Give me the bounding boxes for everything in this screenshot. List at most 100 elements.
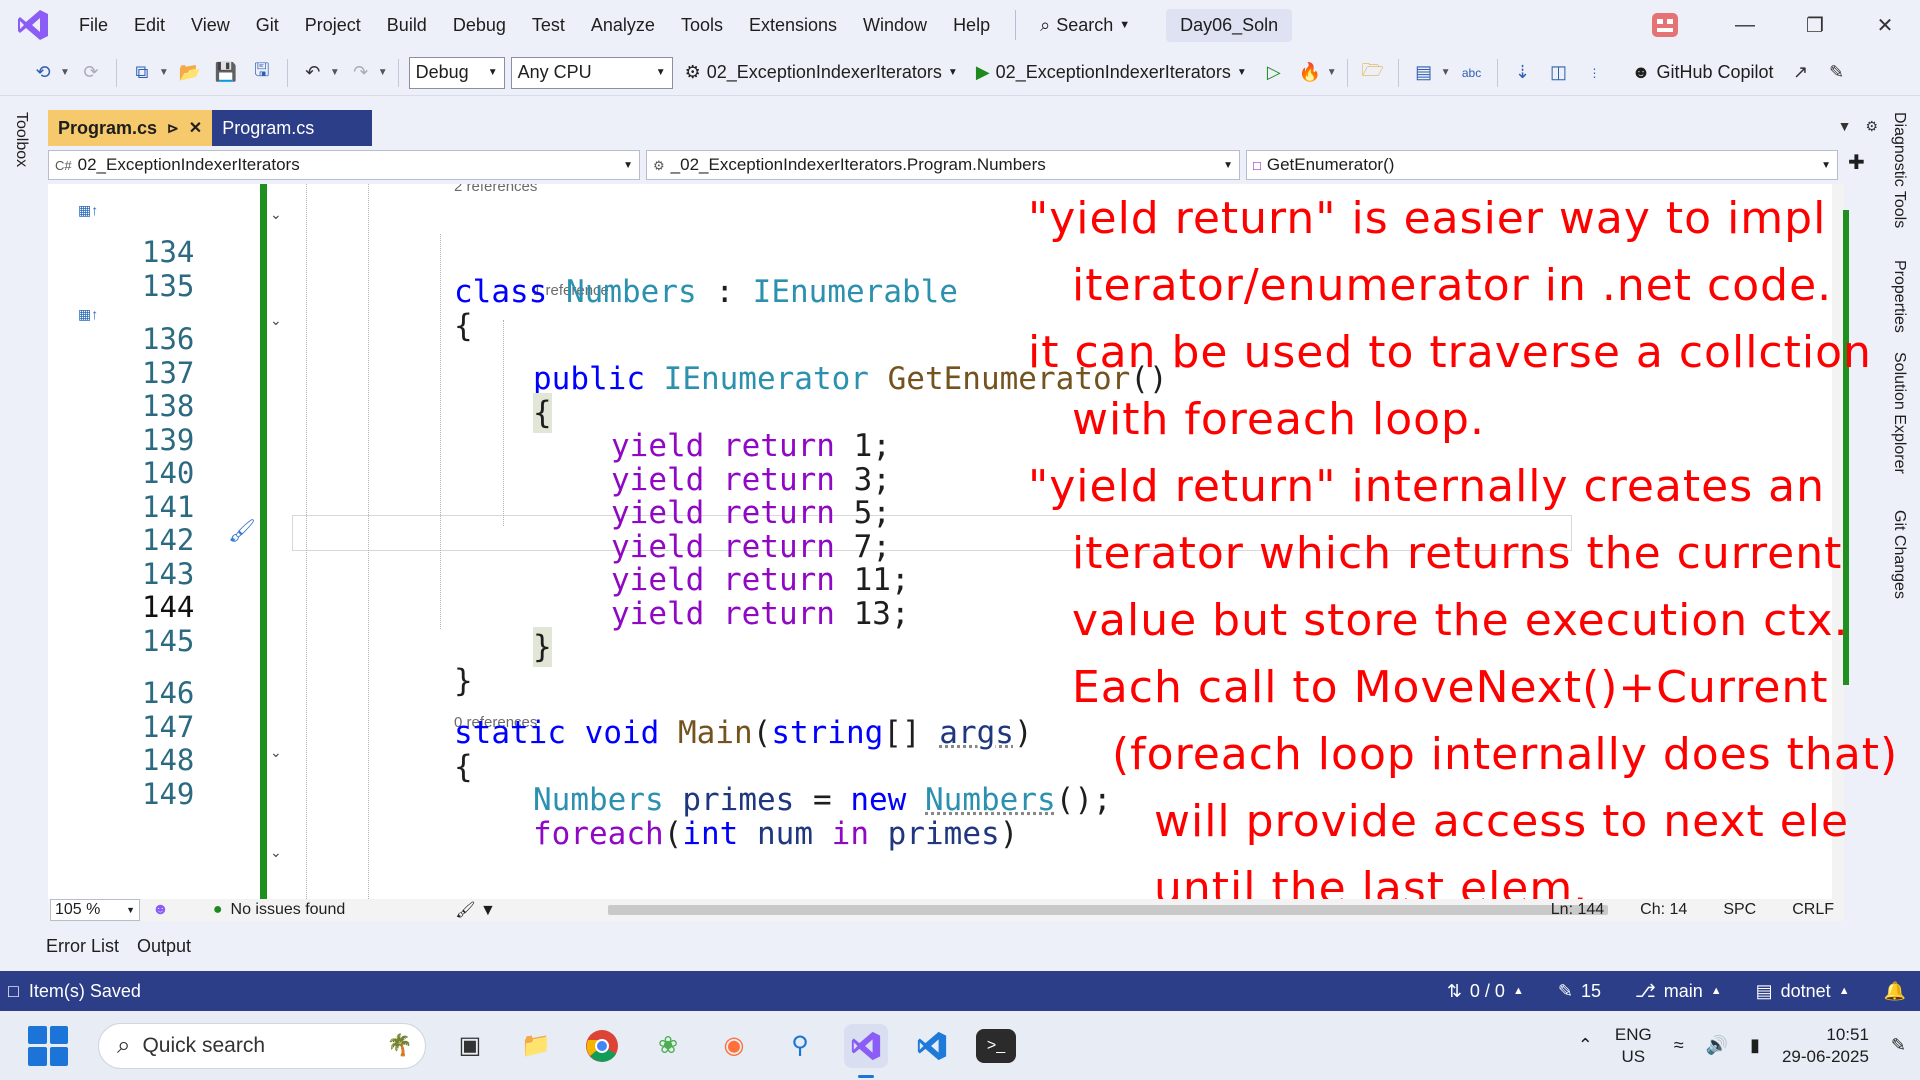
spring-tool-icon[interactable]: ❀	[646, 1024, 690, 1068]
repository-selector[interactable]: ▤ dotnet ▲	[1756, 981, 1850, 1002]
volume-icon[interactable]: 🔊	[1706, 1035, 1728, 1056]
notification-icon[interactable]: □	[8, 981, 19, 1002]
column-indicator[interactable]: Ch: 14	[1640, 899, 1687, 921]
line-indicator[interactable]: Ln: 144	[1551, 899, 1604, 921]
new-project-icon[interactable]: ⧉	[127, 58, 157, 88]
restore-button[interactable]: ❐	[1780, 0, 1850, 50]
start-button[interactable]	[28, 1025, 68, 1066]
menu-test[interactable]: Test	[519, 15, 578, 36]
vscode-icon[interactable]	[910, 1024, 954, 1068]
battery-icon[interactable]: ▮	[1750, 1035, 1760, 1056]
menu-view[interactable]: View	[178, 15, 243, 36]
redo-icon[interactable]: ↷	[346, 58, 376, 88]
tab-program-cs-active[interactable]: Program.cs ⊳ ✕	[48, 110, 213, 146]
split-editor-icon[interactable]: ✚	[1848, 150, 1865, 182]
code-cleanup-icon[interactable]: 🖌 ▼	[455, 900, 496, 920]
tab-output[interactable]: Output	[137, 936, 191, 957]
terminal-icon[interactable]: >_	[976, 1028, 1016, 1063]
menu-file[interactable]: File	[66, 15, 121, 36]
diagnostic-tools-tab[interactable]: Diagnostic Tools	[1890, 112, 1908, 228]
menu-edit[interactable]: Edit	[121, 15, 178, 36]
solution-explorer-tab[interactable]: Solution Explorer	[1890, 352, 1908, 474]
menu-project[interactable]: Project	[292, 15, 374, 36]
visual-studio-taskbar-icon[interactable]	[844, 1023, 888, 1078]
git-changes-tab[interactable]: Git Changes	[1890, 510, 1908, 599]
wifi-icon[interactable]: ≈	[1674, 1035, 1684, 1056]
menu-window[interactable]: Window	[850, 15, 940, 36]
properties-tab[interactable]: Properties	[1890, 260, 1908, 333]
tab-error-list[interactable]: Error List	[46, 936, 119, 957]
issues-status[interactable]: No issues found	[231, 901, 346, 919]
firefox-icon[interactable]: ◉	[712, 1024, 756, 1068]
copilot-status-icon[interactable]: ☻	[152, 901, 169, 919]
solution-configuration-select[interactable]: Debug ▼	[408, 56, 505, 89]
member-dropdown[interactable]: □ GetEnumerator() ▼	[1246, 150, 1838, 180]
share-icon[interactable]: ↗	[1786, 58, 1816, 88]
feedback-icon[interactable]: ✎	[1822, 58, 1852, 88]
chevron-down-icon[interactable]: ▼	[60, 67, 70, 78]
search-button[interactable]: ⌕ Search ▼	[1028, 11, 1142, 40]
step-icon[interactable]: ⇣	[1508, 58, 1538, 88]
start-debugging-button[interactable]: ▶ 02_ExceptionIndexerIterators ▼	[970, 62, 1253, 83]
pin-icon[interactable]: ⊳	[167, 120, 179, 137]
layout-icon[interactable]: ▤	[1409, 58, 1439, 88]
menu-analyze[interactable]: Analyze	[578, 15, 668, 36]
menu-git[interactable]: Git	[243, 15, 292, 36]
menu-extensions[interactable]: Extensions	[736, 15, 850, 36]
clock[interactable]: 10:51 29-06-2025	[1782, 1024, 1869, 1068]
account-icon[interactable]	[1650, 11, 1680, 39]
project-dropdown[interactable]: C# 02_ExceptionIndexerIterators ▼	[48, 150, 640, 180]
solution-name[interactable]: Day06_Soln	[1166, 8, 1293, 42]
taskbar-search[interactable]: ⌕ Quick search 🌴	[98, 1022, 426, 1069]
menu-help[interactable]: Help	[940, 15, 1003, 36]
close-button[interactable]: ✕	[1850, 0, 1920, 50]
tab-list-icon[interactable]: ▼	[1838, 118, 1852, 135]
open-folder-icon[interactable]: 📂	[175, 58, 205, 88]
tab-program-cs[interactable]: Program.cs	[212, 110, 373, 146]
github-copilot-button[interactable]: ☻ GitHub Copilot	[1626, 62, 1780, 83]
chevron-up-icon[interactable]: ⌃	[1578, 1035, 1593, 1056]
zoom-select[interactable]: 105 % ▼	[50, 899, 140, 921]
menu-debug[interactable]: Debug	[440, 15, 519, 36]
type-dropdown[interactable]: ⚙ _02_ExceptionIndexerIterators.Program.N…	[646, 150, 1240, 180]
undo-icon[interactable]: ↶	[298, 58, 328, 88]
settings-icon[interactable]: ⚙	[1865, 118, 1878, 135]
task-view-icon[interactable]: ▣	[448, 1024, 492, 1068]
startup-project-select[interactable]: ⚙ 02_ExceptionIndexerIterators ▼	[679, 62, 964, 83]
bell-icon[interactable]: 🔔	[1884, 981, 1906, 1002]
fold-toggle-icon[interactable]: ⌄	[270, 844, 282, 861]
minimize-button[interactable]: —	[1710, 0, 1780, 50]
spell-check-icon[interactable]: abc	[1457, 58, 1487, 88]
overflow-icon[interactable]: ⋮	[1580, 58, 1610, 88]
menu-tools[interactable]: Tools	[668, 15, 736, 36]
file-explorer-icon[interactable]: 📁	[514, 1024, 558, 1068]
solution-platform-select[interactable]: Any CPU ▼	[510, 56, 673, 89]
save-icon[interactable]: 💾	[211, 58, 241, 88]
browse-folder-icon[interactable]: 🗁	[1358, 58, 1388, 88]
start-without-debugging-icon[interactable]: ▷	[1259, 58, 1289, 88]
chrome-icon[interactable]	[580, 1024, 624, 1068]
menu-build[interactable]: Build	[374, 15, 440, 36]
forward-icon[interactable]: ⟳	[76, 58, 106, 88]
chevron-down-icon[interactable]: ▼	[1327, 67, 1337, 78]
whitespace-indicator[interactable]: SPC	[1723, 899, 1756, 921]
branch-selector[interactable]: ⎇ main ▲	[1635, 981, 1722, 1002]
save-all-icon[interactable]: 🖫	[247, 58, 277, 88]
close-icon[interactable]: ✕	[189, 118, 202, 138]
toolbox-tab[interactable]: Toolbox	[12, 112, 30, 167]
horizontal-scrollbar[interactable]	[608, 905, 1608, 915]
language-indicator[interactable]: ENG US	[1615, 1024, 1652, 1068]
chevron-down-icon[interactable]: ▼	[159, 67, 169, 78]
hot-reload-icon[interactable]: 🔥	[1295, 58, 1325, 88]
compare-icon[interactable]: ◫	[1544, 58, 1574, 88]
chevron-down-icon[interactable]: ▼	[1441, 67, 1451, 78]
line-ending-indicator[interactable]: CRLF	[1792, 899, 1834, 921]
chevron-down-icon[interactable]: ▼	[330, 67, 340, 78]
chevron-down-icon[interactable]: ▼	[378, 67, 388, 78]
visual-studio-logo[interactable]	[14, 6, 52, 44]
git-sync-status[interactable]: ⇅ 0 / 0 ▲	[1447, 981, 1524, 1002]
pending-edits-status[interactable]: ✎ 15	[1558, 981, 1601, 1002]
copilot-tray-icon[interactable]: ✎	[1891, 1035, 1906, 1056]
zoomit-icon[interactable]: ⚲	[778, 1024, 822, 1068]
back-icon[interactable]: ⟲	[28, 58, 58, 88]
